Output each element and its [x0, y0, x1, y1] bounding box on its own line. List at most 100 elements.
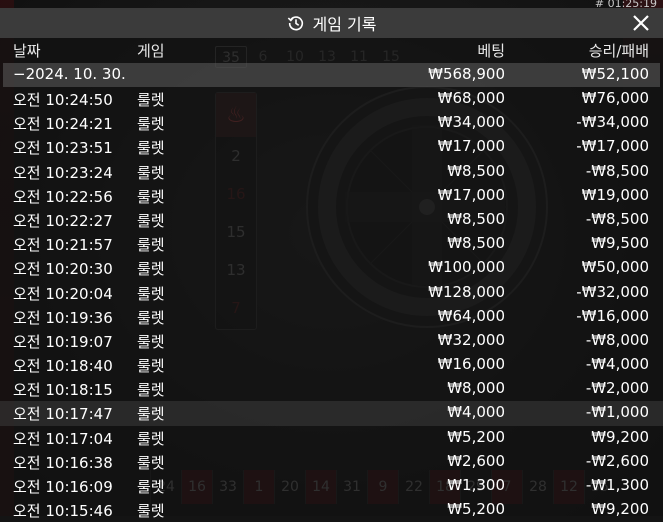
history-row[interactable]: 오전 10:22:27 룰렛 ₩8,500 -₩8,500: [0, 208, 663, 232]
row-win-loss: -₩1,000: [585, 403, 649, 422]
row-bet: ₩68,000: [437, 89, 505, 107]
row-bet: ₩128,000: [428, 282, 505, 301]
row-win-loss: -₩16,000: [576, 306, 649, 325]
row-win-loss: ₩9,200: [591, 500, 649, 519]
history-row[interactable]: 오전 10:16:09 룰렛 ₩1,300 -₩1,300: [0, 474, 663, 498]
history-row[interactable]: 오전 10:21:57 룰렛 ₩8,500 ₩9,500: [0, 232, 663, 256]
history-row[interactable]: 오전 10:22:56 룰렛 ₩17,000 ₩19,000: [0, 184, 663, 208]
row-game: 룰렛: [137, 139, 165, 158]
row-win-loss: ₩9,500: [591, 234, 649, 253]
row-bet: ₩8,500: [447, 234, 505, 253]
history-icon: [287, 16, 303, 31]
row-time: 오전 10:19:36: [13, 308, 113, 327]
row-time: 오전 10:24:21: [13, 115, 113, 134]
row-bet: ₩64,000: [437, 306, 505, 325]
row-bet: ₩8,000: [447, 379, 505, 398]
row-game: 룰렛: [137, 381, 165, 400]
row-bet: ₩4,000: [447, 403, 505, 422]
row-win-loss: ₩50,000: [581, 258, 649, 277]
row-bet: ₩2,600: [447, 451, 505, 470]
row-game: 룰렛: [137, 163, 165, 182]
row-time: 오전 10:21:57: [13, 236, 113, 255]
row-win-loss: ₩9,200: [591, 427, 649, 446]
row-win-loss: -₩8,500: [585, 161, 649, 180]
row-game: 룰렛: [137, 332, 165, 351]
row-game: 룰렛: [137, 236, 165, 255]
row-bet: ₩16,000: [437, 355, 505, 374]
row-win-loss: -₩17,000: [576, 137, 649, 156]
row-time: 오전 10:23:51: [13, 139, 113, 158]
row-game: 룰렛: [137, 502, 165, 521]
row-bet: ₩17,000: [437, 185, 505, 204]
history-row[interactable]: 오전 10:19:07 룰렛 ₩32,000 -₩8,000: [0, 329, 663, 353]
row-time: 오전 10:17:47: [13, 405, 113, 424]
row-time: 오전 10:20:30: [13, 260, 113, 279]
history-row[interactable]: 오전 10:20:04 룰렛 ₩128,000 -₩32,000: [0, 281, 663, 305]
row-win-loss: -₩8,500: [585, 209, 649, 228]
row-bet: ₩1,300: [447, 476, 505, 494]
row-win-loss: -₩34,000: [576, 113, 649, 132]
row-time: 오전 10:15:46: [13, 502, 113, 521]
row-win-loss: ₩19,000: [581, 185, 649, 204]
history-row[interactable]: 오전 10:15:46 룰렛 ₩5,200 ₩9,200: [0, 498, 663, 522]
summary-win-loss-total: ₩52,100: [581, 65, 649, 83]
row-game: 룰렛: [137, 453, 165, 472]
column-header-bet: 베팅: [477, 42, 505, 60]
history-row[interactable]: 오전 10:17:47 룰렛 ₩4,000 -₩1,000: [0, 401, 663, 426]
history-row[interactable]: 오전 10:23:24 룰렛 ₩8,500 -₩8,500: [0, 160, 663, 184]
row-bet: ₩32,000: [437, 330, 505, 349]
row-win-loss: -₩4,000: [585, 355, 649, 374]
history-row[interactable]: 오전 10:23:51 룰렛 ₩17,000 -₩17,000: [0, 135, 663, 159]
column-header-date: 날짜: [13, 42, 41, 60]
row-game: 룰렛: [137, 115, 165, 134]
history-row[interactable]: 오전 10:20:30 룰렛 ₩100,000 ₩50,000: [0, 256, 663, 280]
row-time: 오전 10:19:07: [13, 332, 113, 351]
row-win-loss: -₩8,000: [585, 330, 649, 349]
row-bet: ₩8,500: [447, 209, 505, 228]
row-game: 룰렛: [137, 405, 165, 424]
row-bet: ₩34,000: [437, 113, 505, 132]
column-headers: 날짜 게임 베팅 승리/패배: [0, 38, 663, 64]
history-row[interactable]: 오전 10:24:21 룰렛 ₩34,000 -₩34,000: [0, 111, 663, 135]
row-time: 오전 10:18:40: [13, 357, 113, 376]
row-time: 오전 10:16:09: [13, 478, 113, 496]
row-game: 룰렛: [137, 308, 165, 327]
history-table: 오전 10:24:50 룰렛 ₩68,000 ₩76,000 오전 10:24:21 룰렛…: [0, 87, 663, 522]
close-icon[interactable]: [629, 11, 653, 35]
history-row[interactable]: 오전 10:19:36 룰렛 ₩64,000 -₩16,000: [0, 305, 663, 329]
row-game: 룰렛: [137, 429, 165, 448]
row-win-loss: -₩1,300: [585, 476, 649, 494]
row-time: 오전 10:17:04: [13, 429, 113, 448]
dialog-title: 게임 기록: [312, 15, 377, 34]
row-bet: ₩17,000: [437, 137, 505, 156]
row-time: 오전 10:18:15: [13, 381, 113, 400]
history-row[interactable]: 오전 10:24:50 룰렛 ₩68,000 ₩76,000: [0, 87, 663, 111]
row-time: 오전 10:22:56: [13, 187, 113, 206]
row-win-loss: -₩32,000: [576, 282, 649, 301]
summary-bet-total: ₩568,900: [428, 65, 505, 83]
row-time: 오전 10:16:38: [13, 453, 113, 472]
row-game: 룰렛: [137, 187, 165, 206]
dialog-header: 게임 기록: [0, 8, 663, 38]
summary-date: −2024. 10. 30.: [13, 65, 126, 83]
history-row[interactable]: 오전 10:16:38 룰렛 ₩2,600 -₩2,600: [0, 450, 663, 474]
history-row[interactable]: 오전 10:17:04 룰렛 ₩5,200 ₩9,200: [0, 426, 663, 450]
row-win-loss: -₩2,600: [585, 451, 649, 470]
row-time: 오전 10:24:50: [13, 91, 113, 109]
date-summary-row[interactable]: −2024. 10. 30. ₩568,900 ₩52,100: [3, 63, 660, 87]
column-header-game: 게임: [137, 42, 165, 60]
row-bet: ₩5,200: [447, 500, 505, 519]
history-row[interactable]: 오전 10:18:15 룰렛 ₩8,000 -₩2,000: [0, 377, 663, 401]
history-row[interactable]: 오전 10:18:40 룰렛 ₩16,000 -₩4,000: [0, 353, 663, 377]
row-time: 오전 10:20:04: [13, 284, 113, 303]
row-bet: ₩8,500: [447, 161, 505, 180]
row-game: 룰렛: [137, 284, 165, 303]
row-game: 룰렛: [137, 91, 165, 109]
row-game: 룰렛: [137, 260, 165, 279]
row-win-loss: -₩2,000: [585, 379, 649, 398]
row-bet: ₩100,000: [428, 258, 505, 277]
column-header-win-loss: 승리/패배: [588, 42, 649, 60]
row-game: 룰렛: [137, 357, 165, 376]
row-game: 룰렛: [137, 478, 165, 496]
row-win-loss: ₩76,000: [581, 89, 649, 107]
